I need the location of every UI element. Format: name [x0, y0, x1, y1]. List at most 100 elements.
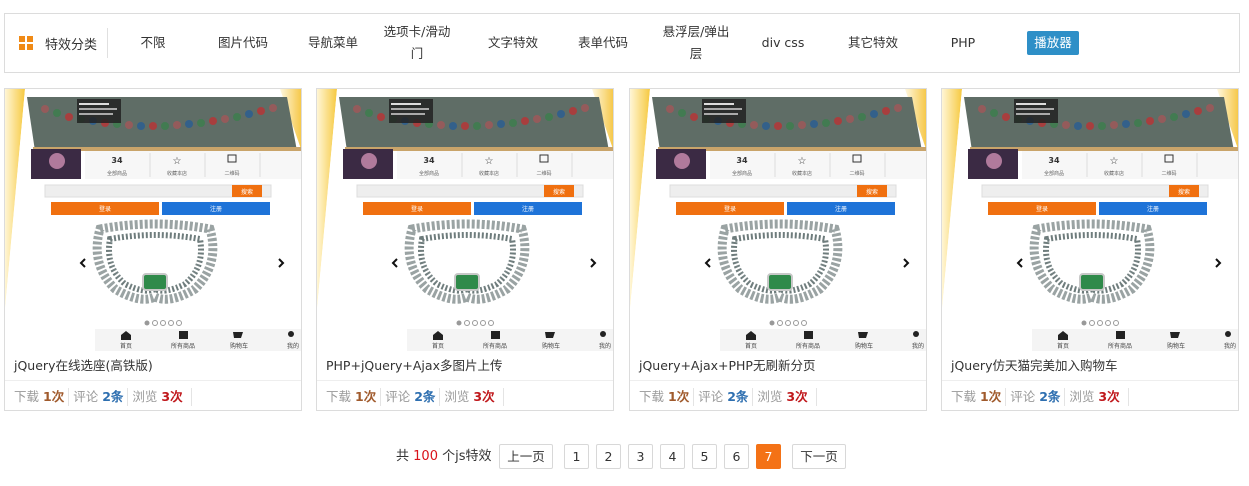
- svg-text:首页: 首页: [120, 342, 132, 350]
- effect-thumbnail[interactable]: 34 ☆ 全部商品 收藏本店 二维码 搜索 登录 注册 首页 所有商品 购物车 …: [942, 89, 1238, 351]
- thumbnail-image: 34 ☆ 全部商品 收藏本店 二维码 搜索 登录 注册 首页 所有商品 购物车 …: [942, 89, 1238, 351]
- grid-icon: [19, 36, 33, 50]
- category-item-player[interactable]: 播放器: [1008, 14, 1098, 72]
- effect-stats: 下载 1次 评论 2条 浏览 3次: [5, 383, 196, 410]
- svg-text:登录: 登录: [1036, 205, 1048, 213]
- category-bar: 特效分类 不限 图片代码 导航菜单 选项卡/滑动门 文字特效 表单代码 悬浮层/…: [4, 13, 1240, 73]
- view-count: 浏览 3次: [444, 388, 504, 406]
- comment-count: 评论 2条: [1010, 388, 1066, 406]
- svg-text:收藏本店: 收藏本店: [1104, 170, 1124, 177]
- category-item-form-code[interactable]: 表单代码: [558, 14, 648, 72]
- svg-text:二维码: 二维码: [1161, 170, 1176, 177]
- effect-thumbnail[interactable]: 34 ☆ 全部商品 收藏本店 二维码 搜索 登录 注册 首页 所有商品 购物车 …: [630, 89, 926, 351]
- svg-text:所有商品: 所有商品: [1108, 342, 1132, 350]
- view-count: 浏览 3次: [1069, 388, 1129, 406]
- effect-thumbnail[interactable]: 34 ☆ 全部商品 收藏本店 二维码 搜索 登录 注册 首页 所有商品 购物车 …: [317, 89, 613, 351]
- svg-text:登录: 登录: [411, 205, 423, 213]
- page-button-6[interactable]: 6: [724, 444, 749, 469]
- svg-text:注册: 注册: [210, 205, 222, 213]
- view-count: 浏览 3次: [132, 388, 192, 406]
- svg-text:全部商品: 全部商品: [107, 170, 127, 177]
- next-page-button[interactable]: 下一页: [792, 444, 846, 469]
- svg-text:收藏本店: 收藏本店: [792, 170, 812, 177]
- svg-text:首页: 首页: [432, 342, 444, 350]
- svg-text:全部商品: 全部商品: [419, 170, 439, 177]
- page-button-2[interactable]: 2: [596, 444, 621, 469]
- prev-page-button[interactable]: 上一页: [499, 444, 553, 469]
- svg-text:搜索: 搜索: [553, 188, 565, 196]
- svg-text:二维码: 二维码: [849, 170, 864, 177]
- category-item-php[interactable]: PHP: [918, 14, 1008, 72]
- category-item-text-effects[interactable]: 文字特效: [468, 14, 558, 72]
- thumbnail-image: 34 ☆ 全部商品 收藏本店 二维码 搜索 登录 注册 首页 所有商品 购物车 …: [5, 89, 301, 351]
- download-count: 下载 1次: [951, 388, 1007, 406]
- svg-text:所有商品: 所有商品: [483, 342, 507, 350]
- effect-card: 34 ☆ 全部商品 收藏本店 二维码 搜索 登录 注册 首页 所有商品 购物车 …: [4, 88, 302, 411]
- download-count: 下载 1次: [326, 388, 382, 406]
- svg-text:首页: 首页: [745, 342, 757, 350]
- svg-text:搜索: 搜索: [866, 188, 878, 196]
- svg-text:购物车: 购物车: [230, 342, 248, 350]
- svg-text:首页: 首页: [1057, 342, 1069, 350]
- category-item-div-css[interactable]: div css: [738, 14, 828, 72]
- view-count: 浏览 3次: [757, 388, 817, 406]
- effect-stats: 下载 1次 评论 2条 浏览 3次: [630, 383, 821, 410]
- category-item-tabs[interactable]: 选项卡/滑动门: [382, 14, 452, 72]
- page-button-3[interactable]: 3: [628, 444, 653, 469]
- svg-text:购物车: 购物车: [1167, 342, 1185, 350]
- download-count: 下载 1次: [639, 388, 695, 406]
- svg-text:搜索: 搜索: [241, 188, 253, 196]
- comment-count: 评论 2条: [385, 388, 441, 406]
- effect-title[interactable]: PHP+jQuery+Ajax多图片上传: [317, 351, 613, 381]
- page-button-7-current[interactable]: 7: [756, 444, 781, 469]
- svg-text:34: 34: [423, 156, 435, 165]
- page-button-1[interactable]: 1: [564, 444, 589, 469]
- effect-thumbnail[interactable]: 34 ☆ 全部商品 收藏本店 二维码 搜索 登录 注册 首页 所有商品 购物车 …: [5, 89, 301, 351]
- category-item-all[interactable]: 不限: [108, 14, 198, 72]
- svg-text:我的: 我的: [599, 342, 611, 350]
- category-item-popup-layer[interactable]: 悬浮层/弹出层: [661, 14, 731, 72]
- svg-text:全部商品: 全部商品: [1044, 170, 1064, 177]
- svg-text:我的: 我的: [287, 342, 299, 350]
- category-item-nav-menu[interactable]: 导航菜单: [288, 14, 378, 72]
- effect-card: 34 ☆ 全部商品 收藏本店 二维码 搜索 登录 注册 首页 所有商品 购物车 …: [941, 88, 1239, 411]
- total-count-text: 共 100 个js特效: [396, 449, 492, 464]
- category-title-label: 特效分类: [45, 37, 98, 53]
- svg-text:收藏本店: 收藏本店: [167, 170, 187, 177]
- svg-text:收藏本店: 收藏本店: [479, 170, 499, 177]
- svg-text:所有商品: 所有商品: [171, 342, 195, 350]
- comment-count: 评论 2条: [698, 388, 754, 406]
- effect-card: 34 ☆ 全部商品 收藏本店 二维码 搜索 登录 注册 首页 所有商品 购物车 …: [629, 88, 927, 411]
- svg-text:二维码: 二维码: [224, 170, 239, 177]
- page-button-4[interactable]: 4: [660, 444, 685, 469]
- svg-text:搜索: 搜索: [1178, 188, 1190, 196]
- category-item-other-effects[interactable]: 其它特效: [828, 14, 918, 72]
- svg-text:注册: 注册: [522, 205, 534, 213]
- svg-text:注册: 注册: [1147, 205, 1159, 213]
- thumbnail-image: 34 ☆ 全部商品 收藏本店 二维码 搜索 登录 注册 首页 所有商品 购物车 …: [317, 89, 613, 351]
- svg-text:34: 34: [736, 156, 748, 165]
- pagination: 共 100 个js特效 上一页 1 2 3 4 5 6 7 下一页: [0, 443, 1249, 471]
- svg-text:☆: ☆: [798, 156, 807, 167]
- effect-title[interactable]: jQuery在线选座(高铁版): [5, 351, 301, 381]
- svg-text:34: 34: [1048, 156, 1060, 165]
- svg-text:购物车: 购物车: [855, 342, 873, 350]
- download-count: 下载 1次: [14, 388, 70, 406]
- svg-text:☆: ☆: [1110, 156, 1119, 167]
- svg-text:我的: 我的: [1224, 342, 1236, 350]
- effect-card: 34 ☆ 全部商品 收藏本店 二维码 搜索 登录 注册 首页 所有商品 购物车 …: [316, 88, 614, 411]
- effect-title[interactable]: jQuery仿天猫完美加入购物车: [942, 351, 1238, 381]
- svg-text:所有商品: 所有商品: [796, 342, 820, 350]
- page-button-5[interactable]: 5: [692, 444, 717, 469]
- category-title: 特效分类: [19, 14, 97, 72]
- comment-count: 评论 2条: [73, 388, 129, 406]
- svg-text:登录: 登录: [724, 205, 736, 213]
- effect-title[interactable]: jQuery+Ajax+PHP无刷新分页: [630, 351, 926, 381]
- effect-stats: 下载 1次 评论 2条 浏览 3次: [942, 383, 1133, 410]
- svg-text:34: 34: [111, 156, 123, 165]
- category-item-image-code[interactable]: 图片代码: [198, 14, 288, 72]
- svg-text:登录: 登录: [99, 205, 111, 213]
- effect-stats: 下载 1次 评论 2条 浏览 3次: [317, 383, 508, 410]
- svg-text:购物车: 购物车: [542, 342, 560, 350]
- svg-text:我的: 我的: [912, 342, 924, 350]
